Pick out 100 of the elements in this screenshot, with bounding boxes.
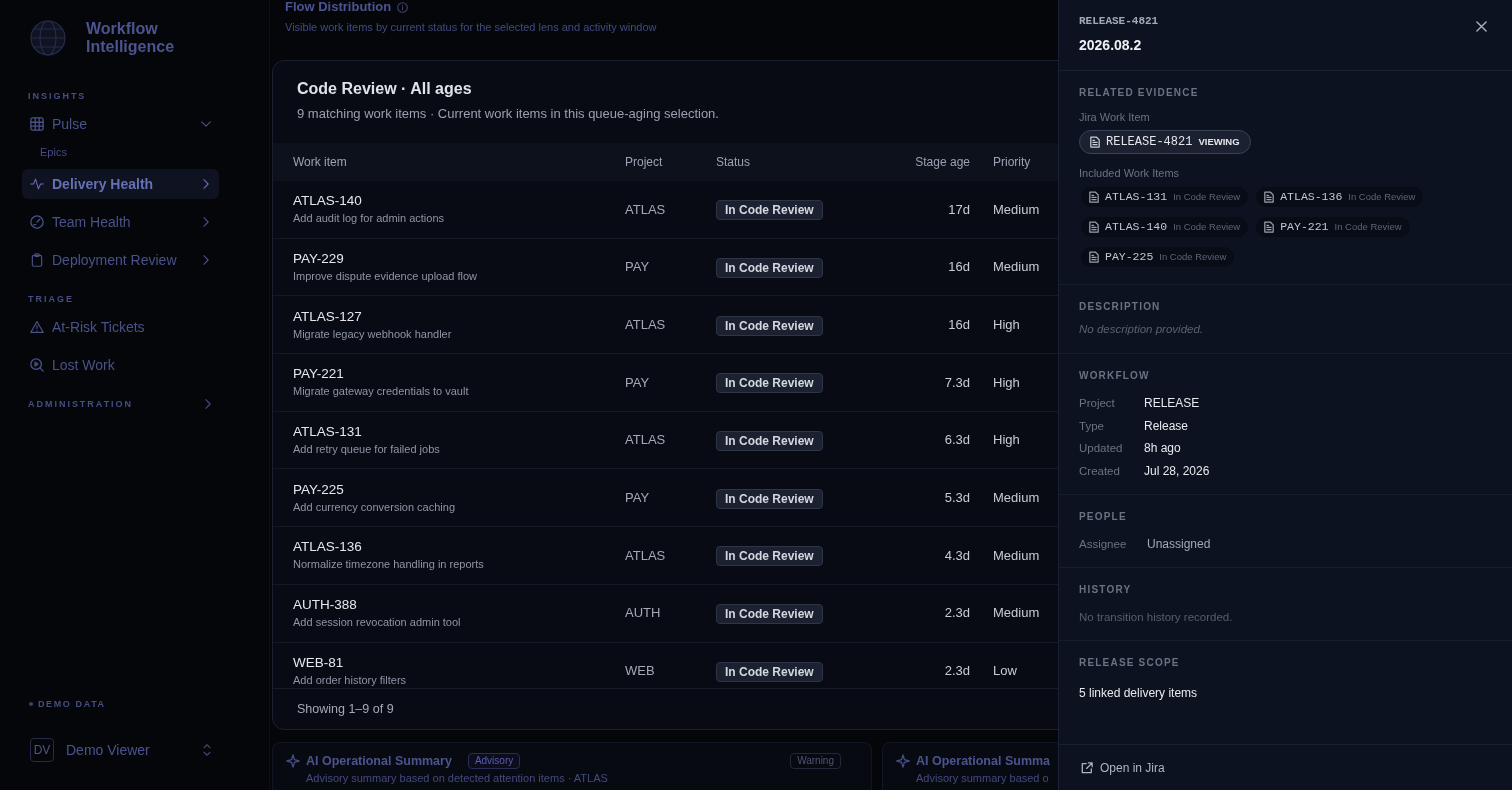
magnifier-icon: [30, 358, 44, 372]
status-badge: In Code Review: [716, 604, 823, 625]
work-item-key[interactable]: AUTH-388: [293, 596, 357, 615]
priority-cell-text: High: [993, 315, 1020, 334]
work-item-key[interactable]: PAY-225: [293, 480, 344, 499]
work-item-chip[interactable]: ATLAS-140 In Code Review: [1081, 217, 1249, 237]
close-button[interactable]: [1473, 18, 1489, 34]
column-header: Stage age: [914, 154, 970, 171]
status-badge: In Code Review: [716, 373, 823, 394]
work-item-key[interactable]: PAY-221: [293, 365, 344, 384]
priority-cell-text: Medium: [993, 604, 1040, 623]
work-item-summary: Migrate legacy webhook handler: [293, 326, 452, 342]
section-heading: PEOPLE: [1079, 509, 1127, 524]
priority-cell-text: Low: [993, 662, 1017, 681]
work-item-chip[interactable]: PAY-221 In Code Review: [1256, 217, 1410, 237]
work-item-key[interactable]: ATLAS-136: [293, 538, 362, 557]
stage-age-cell-text: 2.3d: [944, 662, 970, 681]
priority-cell-text: Medium: [993, 489, 1040, 508]
status-badge: In Code Review: [716, 431, 823, 452]
status-badge: In Code Review: [716, 661, 823, 682]
work-item-chip[interactable]: PAY-225 In Code Review: [1081, 247, 1235, 267]
item-key: RELEASE-4821: [1079, 14, 1159, 28]
work-item-key[interactable]: PAY-229: [293, 250, 344, 269]
severity-badge: Warning: [790, 753, 841, 769]
sparkle-icon: [286, 754, 300, 768]
document-icon: [1090, 136, 1100, 148]
sparkle-icon: [896, 754, 910, 768]
info-icon: [397, 1, 409, 13]
field-label: Project: [1079, 396, 1116, 411]
drawer-title: 2026.08.2: [1079, 36, 1142, 55]
document-icon: [1264, 191, 1275, 203]
gauge-icon: [30, 215, 44, 229]
data-mode-label: DEMO DATA: [38, 698, 106, 710]
priority-cell-text: High: [993, 373, 1020, 392]
field-label: Updated: [1079, 441, 1124, 457]
card-title: AI Operational Summa: [916, 753, 1051, 770]
close-icon: [1475, 20, 1487, 32]
modal-subtitle: 9 matching work items · Current work items in this queue-aging selection.: [297, 105, 719, 123]
project-cell-text: ATLAS: [625, 546, 666, 565]
column-header: Work item: [293, 154, 347, 171]
field-label: Assignee: [1079, 536, 1128, 552]
priority-cell-text: Medium: [993, 200, 1040, 219]
document-icon: [1089, 221, 1099, 233]
section-label: TRIAGE: [28, 293, 74, 305]
work-item-summary: Add order history filters: [293, 672, 407, 688]
status-badge: In Code Review: [716, 258, 823, 279]
card-description: Advisory summary based on detected attention items · ATLAS: [306, 771, 608, 786]
status-badge: In Code Review: [716, 488, 823, 509]
field-label: Jira Work Item: [1079, 110, 1150, 124]
work-item-chip[interactable]: RELEASE-4821 VIEWING: [1079, 130, 1251, 154]
stage-age-cell-text: 4.3d: [944, 546, 970, 565]
history-text: No transition history recorded.: [1079, 609, 1233, 625]
work-item-chip[interactable]: ATLAS-136 In Code Review: [1256, 187, 1424, 207]
work-item-key[interactable]: ATLAS-131: [293, 423, 362, 442]
pulse-line-icon: [30, 177, 44, 191]
card-title: AI Operational Summary: [306, 753, 452, 770]
clipboard-icon: [30, 253, 44, 267]
column-header: Project: [625, 154, 663, 171]
description-text: No description provided.: [1079, 322, 1203, 337]
project-cell-text: AUTH: [625, 604, 661, 623]
open-in-jira-link[interactable]: Open in Jira: [1079, 758, 1165, 777]
field-value: Release: [1144, 417, 1189, 435]
priority-cell-text: Medium: [993, 546, 1040, 565]
grid-icon: [30, 117, 44, 131]
work-item-summary: Improve dispute evidence upload flow: [293, 269, 478, 285]
field-label: Type: [1079, 418, 1105, 434]
column-header: Status: [716, 154, 751, 171]
work-item-summary: Add session revocation admin tool: [293, 615, 461, 631]
stage-age-cell-text: 6.3d: [944, 431, 970, 450]
work-item-key[interactable]: ATLAS-140: [293, 192, 362, 211]
field-value: RELEASE: [1144, 395, 1200, 412]
section-heading: RELATED EVIDENCE: [1079, 86, 1199, 100]
user-avatar: DV: [30, 738, 54, 762]
work-item-chip[interactable]: ATLAS-131 In Code Review: [1081, 187, 1249, 207]
nav-item[interactable]: Delivery Health: [22, 169, 219, 199]
warning-icon: [30, 320, 44, 334]
section-heading: RELEASE SCOPE: [1079, 655, 1180, 670]
section-heading: HISTORY: [1079, 582, 1132, 597]
section-subtitle: Visible work items by current status for the selected lens and activity window: [285, 20, 657, 34]
priority-cell-text: Medium: [993, 258, 1040, 277]
brand-name: Workflow Intelligence: [86, 20, 176, 56]
status-badge: In Code Review: [716, 315, 823, 336]
stage-age-cell-text: 17d: [948, 200, 970, 219]
work-item-key[interactable]: ATLAS-127: [293, 307, 362, 326]
field-value: Jul 28, 2026: [1144, 463, 1210, 480]
field-value: 8h ago: [1144, 440, 1181, 458]
project-cell-text: ATLAS: [625, 431, 666, 450]
section-title: Flow Distribution: [285, 0, 392, 14]
field-label: Created: [1079, 464, 1121, 479]
globe-logo-icon: [30, 20, 66, 56]
document-icon: [1089, 191, 1099, 203]
work-item-summary: Add currency conversion caching: [293, 499, 456, 515]
column-header: Priority: [993, 154, 1031, 171]
up-down-chevron-icon: [203, 744, 211, 756]
card-description: Advisory summary based o: [916, 771, 1049, 786]
project-cell-text: PAY: [625, 258, 650, 277]
section-heading: WORKFLOW: [1079, 369, 1150, 383]
work-item-summary: Normalize timezone handling in reports: [293, 557, 484, 573]
advisory-badge: Advisory: [467, 753, 521, 769]
work-item-key[interactable]: WEB-81: [293, 653, 344, 672]
